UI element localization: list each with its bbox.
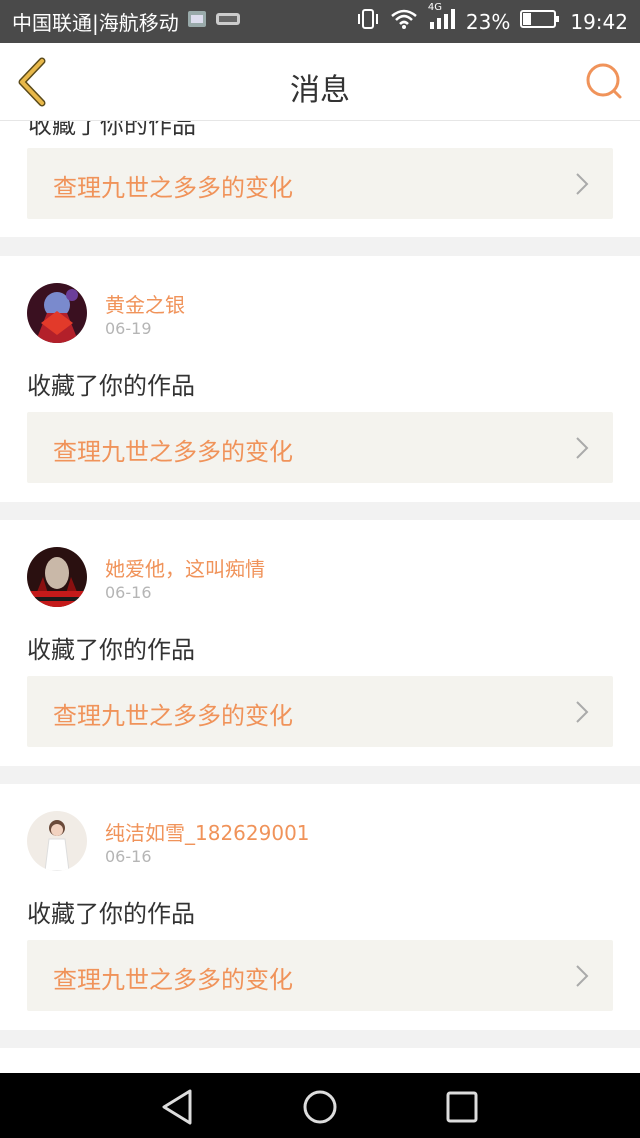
circle-home-icon xyxy=(303,1090,337,1124)
battery-icon xyxy=(520,9,560,34)
signal-icon: 4G xyxy=(428,2,456,35)
message-action-text: 收藏了你的作品 xyxy=(28,121,196,139)
message-card: 纯洁如雪_182629001 06-16 收藏了你的作品 查理九世之多多的变化 xyxy=(0,784,640,1030)
work-link-title: 查理九世之多多的变化 xyxy=(53,966,293,994)
avatar[interactable] xyxy=(27,811,87,871)
message-date: 06-16 xyxy=(105,583,152,602)
message-date: 06-16 xyxy=(105,847,152,866)
message-card: 收藏了你的作品 查理九世之多多的变化 xyxy=(0,121,640,237)
network-type-label: 4G xyxy=(427,2,443,13)
wifi-icon xyxy=(390,8,418,35)
vibrate-icon xyxy=(356,8,380,35)
triangle-back-icon xyxy=(162,1089,192,1125)
message-action-text: 收藏了你的作品 xyxy=(27,900,195,928)
chevron-right-icon xyxy=(576,701,589,723)
message-card: 黄金之银 06-19 收藏了你的作品 查理九世之多多的变化 xyxy=(0,256,640,502)
work-link[interactable]: 查理九世之多多的变化 xyxy=(27,676,613,747)
app-notification-icon xyxy=(215,9,241,34)
message-action-text: 收藏了你的作品 xyxy=(27,636,195,664)
avatar[interactable] xyxy=(27,547,87,607)
message-date: 06-19 xyxy=(105,319,152,338)
gallery-notification-icon xyxy=(187,9,207,34)
chevron-right-icon xyxy=(576,173,589,195)
battery-percent: 23% xyxy=(465,9,511,34)
system-recents-button[interactable] xyxy=(442,1087,482,1127)
message-list[interactable]: 收藏了你的作品 查理九世之多多的变化 黄金之银 06-19 收藏了你的作品 查理… xyxy=(0,121,640,1073)
work-link-title: 查理九世之多多的变化 xyxy=(53,174,293,202)
chevron-right-icon xyxy=(576,965,589,987)
message-card: 她爱他，这叫痴情 06-16 收藏了你的作品 查理九世之多多的变化 xyxy=(0,520,640,766)
clock: 19:42 xyxy=(570,9,628,34)
page-title: 消息 xyxy=(290,73,350,108)
search-icon xyxy=(586,63,622,99)
work-link[interactable]: 查理九世之多多的变化 xyxy=(27,940,613,1011)
carrier-label: 中国联通|海航移动 xyxy=(12,11,179,35)
username[interactable]: 她爱他，这叫痴情 xyxy=(105,553,265,582)
system-back-button[interactable] xyxy=(158,1087,198,1127)
username[interactable]: 纯洁如雪_182629001 xyxy=(105,817,310,846)
search-button[interactable] xyxy=(584,61,624,101)
chevron-right-icon xyxy=(576,437,589,459)
work-link-title: 查理九世之多多的变化 xyxy=(53,438,293,466)
status-bar: 中国联通|海航移动 4G 23% 19:42 xyxy=(0,0,640,43)
username[interactable]: 黄金之银 xyxy=(105,289,185,318)
square-recents-icon xyxy=(446,1091,478,1123)
work-link[interactable]: 查理九世之多多的变化 xyxy=(27,148,613,219)
work-link-title: 查理九世之多多的变化 xyxy=(53,702,293,730)
avatar[interactable] xyxy=(27,283,87,343)
header-bar: 消息 xyxy=(0,43,640,121)
message-action-text: 收藏了你的作品 xyxy=(27,372,195,400)
work-link[interactable]: 查理九世之多多的变化 xyxy=(27,412,613,483)
system-home-button[interactable] xyxy=(300,1087,340,1127)
message-card xyxy=(0,1048,640,1073)
system-navigation-bar xyxy=(0,1073,640,1138)
